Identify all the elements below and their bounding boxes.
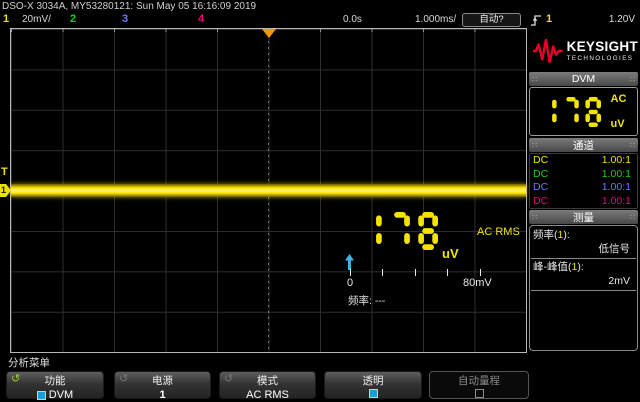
brand-name: KEYSIGHT bbox=[567, 40, 638, 54]
trigger-level-marker[interactable]: T bbox=[1, 166, 8, 178]
channel-1-trace bbox=[11, 184, 526, 197]
divider bbox=[531, 290, 636, 291]
checkbox-unchecked-icon[interactable] bbox=[475, 389, 484, 398]
scale-tick bbox=[415, 269, 416, 276]
trigger-edge-icon bbox=[530, 14, 542, 27]
timebase: 1.000ms/ bbox=[415, 14, 456, 25]
scale-min-label: 0 bbox=[347, 277, 353, 289]
measure-pkpk-label: 峰-峰值(1): bbox=[530, 260, 637, 274]
channel-2-row: DC1.00:1 bbox=[530, 168, 637, 182]
scale-tick bbox=[480, 269, 481, 276]
scale-tick bbox=[447, 269, 448, 276]
channel-1-row: DC1.00:1 bbox=[530, 154, 637, 168]
channel-1-scale: 20mV/ bbox=[22, 14, 51, 25]
scale-max-label: 80mV bbox=[463, 277, 492, 289]
channel-1-badge[interactable]: 1 bbox=[3, 13, 9, 25]
measure-frequency-label: 频率(1): bbox=[530, 228, 637, 242]
grip-icon: ∷ bbox=[630, 213, 635, 222]
channel-4-badge[interactable]: 4 bbox=[198, 13, 204, 25]
softkey-transparent[interactable]: 透明 bbox=[324, 371, 422, 399]
rotate-knob-icon: ↺ bbox=[11, 373, 20, 385]
trigger-mode-button[interactable]: 自动? bbox=[462, 13, 521, 27]
waveform-graticule[interactable]: uV AC RMS 0 80mV 频率: --- bbox=[10, 28, 527, 353]
dvm-overlay-reading bbox=[362, 212, 447, 250]
softkey-function[interactable]: ↺ 功能 DVM bbox=[6, 371, 104, 399]
checkbox-checked-icon[interactable] bbox=[369, 389, 378, 398]
rotate-knob-icon: ↺ bbox=[119, 373, 128, 385]
brand-subname: TECHNOLOGIES bbox=[567, 56, 638, 62]
dvm-overlay-frequency: 频率: --- bbox=[348, 293, 385, 308]
grip-icon: ∷ bbox=[630, 141, 635, 150]
softkey-source[interactable]: ↺ 电源 1 bbox=[114, 371, 211, 399]
divider bbox=[531, 258, 636, 259]
channels-panel-header[interactable]: ∷ 通道 ∷ bbox=[529, 138, 638, 152]
channels-panel-title: 通道 bbox=[537, 138, 630, 153]
channel-2-badge[interactable]: 2 bbox=[70, 13, 76, 25]
scale-tick bbox=[382, 269, 383, 276]
scale-tick bbox=[350, 269, 351, 276]
checkbox-checked-icon[interactable] bbox=[37, 391, 46, 400]
dvm-coupling: AC bbox=[611, 94, 627, 105]
trigger-source: 1 bbox=[546, 13, 552, 25]
dvm-unit: uV bbox=[611, 119, 627, 130]
dvm-scale-pointer-icon bbox=[345, 254, 354, 270]
trigger-position-marker[interactable] bbox=[262, 29, 276, 38]
keysight-logo: KEYSIGHT TECHNOLOGIES bbox=[529, 30, 638, 72]
brand-waveform-icon bbox=[533, 36, 563, 66]
measure-panel-title: 测量 bbox=[537, 210, 630, 225]
measure-panel: 频率(1): 低信号 峰-峰值(1): 2mV bbox=[529, 225, 638, 351]
trigger-level: 1.20V bbox=[597, 14, 635, 25]
channels-panel: DC1.00:1 DC1.00:1 DC1.00:1 DC1.00:1 bbox=[529, 153, 638, 209]
dvm-panel-header[interactable]: ∷ DVM ∷ bbox=[529, 72, 638, 86]
window-title: DSO-X 3034A, MY53280121: Sun May 05 16:1… bbox=[2, 1, 256, 12]
dvm-overlay-mode: AC RMS bbox=[477, 226, 520, 238]
channel-3-badge[interactable]: 3 bbox=[122, 13, 128, 25]
softkey-mode[interactable]: ↺ 模式 AC RMS bbox=[219, 371, 316, 399]
dvm-panel: AC uV bbox=[529, 87, 638, 136]
oscilloscope-screen: DSO-X 3034A, MY53280121: Sun May 05 16:1… bbox=[0, 0, 640, 402]
measure-panel-header[interactable]: ∷ 测量 ∷ bbox=[529, 210, 638, 224]
channel-4-row: DC1.00:1 bbox=[530, 195, 637, 209]
measure-pkpk-value: 2mV bbox=[530, 274, 637, 288]
time-offset: 0.0s bbox=[343, 14, 362, 25]
rotate-knob-icon: ↺ bbox=[224, 373, 233, 385]
menu-title: 分析菜单 bbox=[8, 355, 50, 370]
grip-icon: ∷ bbox=[630, 75, 635, 84]
dvm-panel-reading bbox=[541, 97, 608, 127]
measure-frequency-value: 低信号 bbox=[530, 242, 637, 256]
dvm-overlay-unit: uV bbox=[442, 246, 459, 261]
softkey-autorange[interactable]: 自动量程 bbox=[429, 371, 529, 399]
channel-3-row: DC1.00:1 bbox=[530, 181, 637, 195]
dvm-panel-title: DVM bbox=[537, 73, 630, 85]
